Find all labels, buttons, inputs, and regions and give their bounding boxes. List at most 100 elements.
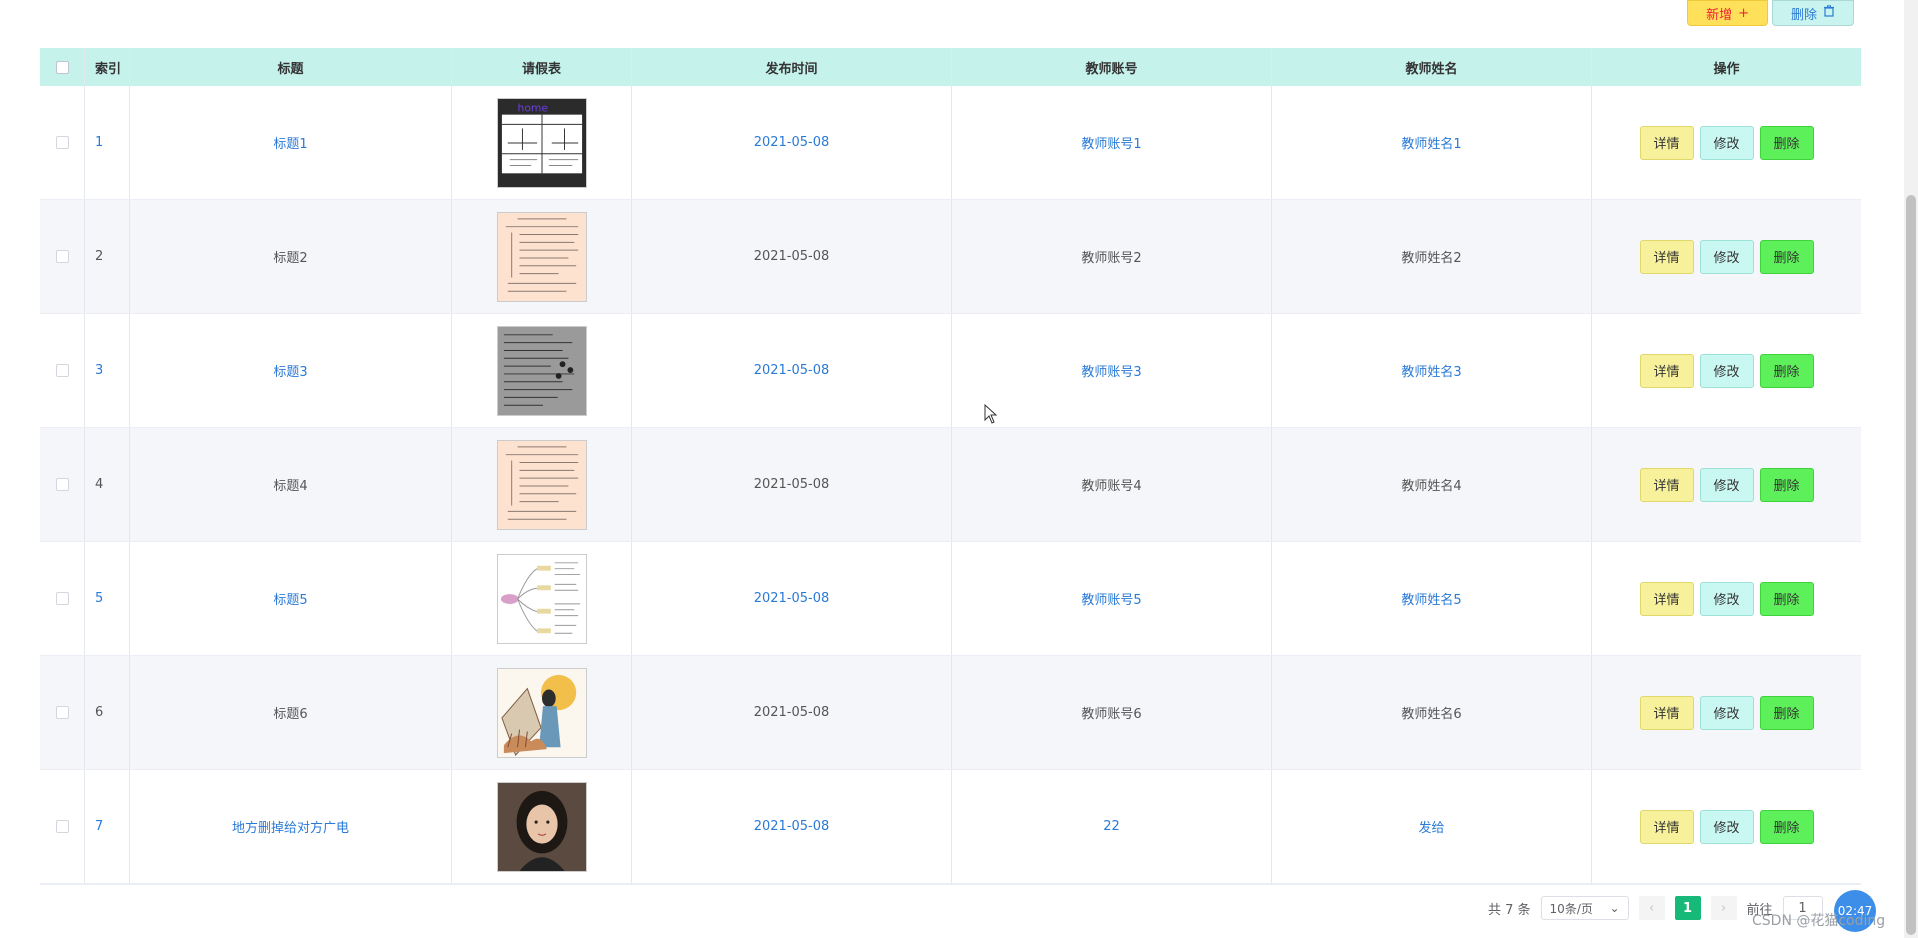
chevron-down-icon: ⌄ [1609, 901, 1620, 915]
delete-button[interactable]: 删除 [1759, 239, 1814, 274]
page-size-value: 10条/页 [1549, 901, 1593, 916]
table-row: 7 地方删掉给对方广电 2021-05-08 22 发给 详情 修改 删除 [40, 770, 1861, 884]
row-teacher-name: 教师姓名2 [1272, 200, 1592, 313]
row-teacher-account: 教师账号1 [952, 86, 1272, 199]
row-teacher-account: 教师账号4 [952, 428, 1272, 541]
detail-button[interactable]: 详情 [1639, 125, 1694, 160]
row-title: 标题5 [130, 542, 452, 655]
page-number-current[interactable]: 1 [1674, 896, 1701, 920]
row-publish-time: 2021-05-08 [632, 542, 952, 655]
row-teacher-name: 教师姓名1 [1272, 86, 1592, 199]
select-all-cell [40, 48, 85, 86]
svg-text:home: home [517, 101, 548, 114]
row-title: 标题3 [130, 314, 452, 427]
table-row: 3 标题3 2021-05-08 教师账号3 教师姓名3 详情 修改 删除 [40, 314, 1861, 428]
delete-button[interactable]: 删除 [1759, 467, 1814, 502]
add-button[interactable]: 新增 + [1687, 0, 1768, 26]
edit-button[interactable]: 修改 [1699, 239, 1754, 274]
row-publish-time: 2021-05-08 [632, 428, 952, 541]
watermark: CSDN @花猫coding [1752, 913, 1886, 929]
row-title: 标题2 [130, 200, 452, 313]
delete-button[interactable]: 删除 [1759, 695, 1814, 730]
edit-button[interactable]: 修改 [1699, 809, 1754, 844]
row-title: 标题6 [130, 656, 452, 769]
row-publish-time: 2021-05-08 [632, 770, 952, 883]
page-size-select[interactable]: 10条/页 ⌄ [1540, 896, 1629, 920]
row-teacher-name: 教师姓名4 [1272, 428, 1592, 541]
page: 新增 + 删除 索引 标题 请假表 发布时间 教师账号 教师姓名 操作 1 标题… [0, 0, 1918, 938]
row-teacher-account: 教师账号6 [952, 656, 1272, 769]
delete-button[interactable]: 删除 [1759, 125, 1814, 160]
header-leave-form: 请假表 [452, 48, 632, 86]
table-row: 1 标题1 home 2021-05-08 教师账号1 教师姓名1 详情 修改 … [40, 86, 1861, 200]
row-publish-time: 2021-05-08 [632, 314, 952, 427]
edit-button[interactable]: 修改 [1699, 695, 1754, 730]
table-row: 5 标题5 2021-05-08 教师账号5 教师姓名5 详情 修改 删除 [40, 542, 1861, 656]
row-checkbox[interactable] [55, 706, 69, 719]
row-index: 3 [85, 314, 130, 427]
row-title: 地方删掉给对方广电 [130, 770, 452, 883]
row-index: 7 [85, 770, 130, 883]
leave-form-thumbnail[interactable] [496, 667, 587, 758]
row-teacher-account: 22 [952, 770, 1272, 883]
leave-form-thumbnail[interactable] [496, 325, 587, 416]
leave-form-thumbnail[interactable] [496, 211, 587, 302]
delete-button[interactable]: 删除 [1759, 581, 1814, 616]
trash-icon [1823, 5, 1835, 21]
prev-page-button[interactable]: ‹ [1638, 896, 1665, 920]
detail-button[interactable]: 详情 [1639, 809, 1694, 844]
delete-button[interactable]: 删除 [1759, 353, 1814, 388]
edit-button[interactable]: 修改 [1699, 353, 1754, 388]
row-checkbox[interactable] [55, 364, 69, 377]
detail-button[interactable]: 详情 [1639, 581, 1694, 616]
row-checkbox[interactable] [55, 820, 69, 833]
leave-form-thumbnail[interactable]: home [496, 97, 587, 188]
row-checkbox[interactable] [55, 250, 69, 263]
row-title: 标题4 [130, 428, 452, 541]
data-table: 索引 标题 请假表 发布时间 教师账号 教师姓名 操作 1 标题1 home 2… [40, 48, 1861, 885]
left-gutter [0, 0, 40, 938]
row-title: 标题1 [130, 86, 452, 199]
vertical-scrollbar[interactable] [1904, 0, 1918, 938]
detail-button[interactable]: 详情 [1639, 467, 1694, 502]
select-all-checkbox[interactable] [55, 60, 69, 74]
row-publish-time: 2021-05-08 [632, 200, 952, 313]
header-title: 标题 [130, 48, 452, 86]
row-teacher-account: 教师账号2 [952, 200, 1272, 313]
detail-button[interactable]: 详情 [1639, 353, 1694, 388]
row-publish-time: 2021-05-08 [632, 86, 952, 199]
chevron-left-icon: ‹ [1648, 900, 1655, 916]
row-checkbox[interactable] [55, 592, 69, 605]
table-row: 2 标题2 2021-05-08 教师账号2 教师姓名2 详情 修改 删除 [40, 200, 1861, 314]
row-teacher-name: 发给 [1272, 770, 1592, 883]
toolbar: 新增 + 删除 [1687, 0, 1854, 26]
add-button-label: 新增 [1706, 7, 1733, 23]
leave-form-thumbnail[interactable] [496, 553, 587, 644]
batch-delete-button[interactable]: 删除 [1771, 0, 1854, 26]
leave-form-thumbnail[interactable] [496, 439, 587, 530]
edit-button[interactable]: 修改 [1699, 581, 1754, 616]
row-teacher-account: 教师账号5 [952, 542, 1272, 655]
table-header: 索引 标题 请假表 发布时间 教师账号 教师姓名 操作 [40, 48, 1861, 86]
header-teacher-account: 教师账号 [952, 48, 1272, 86]
table-row: 6 标题6 2021-05-08 教师账号6 教师姓名6 详情 修改 删除 [40, 656, 1861, 770]
row-checkbox[interactable] [55, 478, 69, 491]
row-index: 6 [85, 656, 130, 769]
delete-button[interactable]: 删除 [1759, 809, 1814, 844]
edit-button[interactable]: 修改 [1699, 125, 1754, 160]
row-publish-time: 2021-05-08 [632, 656, 952, 769]
row-index: 5 [85, 542, 130, 655]
header-index: 索引 [85, 48, 130, 86]
row-index: 4 [85, 428, 130, 541]
next-page-button[interactable]: › [1710, 896, 1737, 920]
table-row: 4 标题4 2021-05-08 教师账号4 教师姓名4 详情 修改 删除 [40, 428, 1861, 542]
detail-button[interactable]: 详情 [1639, 239, 1694, 274]
edit-button[interactable]: 修改 [1699, 467, 1754, 502]
row-teacher-name: 教师姓名3 [1272, 314, 1592, 427]
leave-form-thumbnail[interactable] [496, 781, 587, 872]
scrollbar-thumb[interactable] [1906, 195, 1916, 935]
row-checkbox[interactable] [55, 136, 69, 149]
chevron-right-icon: › [1720, 900, 1727, 916]
detail-button[interactable]: 详情 [1639, 695, 1694, 730]
row-index: 2 [85, 200, 130, 313]
